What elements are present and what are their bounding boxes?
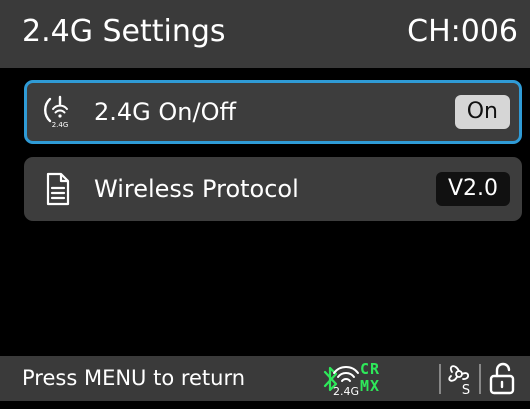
menu-item-wireless-protocol[interactable]: Wireless Protocol V2.0 (24, 157, 522, 221)
unlock-icon (487, 361, 517, 406)
fan-icon: S (444, 360, 474, 405)
status-divider (439, 364, 441, 394)
svg-text:2.4G: 2.4G (333, 385, 359, 398)
menu-item-label: 2.4G On/Off (94, 98, 237, 126)
crmx-icon: CR MX (360, 360, 381, 395)
channel-indicator: CH:006 (407, 14, 518, 49)
wireless-2.4g-icon: 2.4G (40, 94, 76, 130)
menu-item-2g4-on-off[interactable]: 2.4G 2.4G On/Off On (24, 80, 522, 144)
wireless-2.4g-icon: 2.4G (331, 359, 361, 404)
svg-text:S: S (462, 383, 470, 398)
document-icon (40, 171, 76, 207)
menu-item-label: Wireless Protocol (94, 175, 299, 203)
toggle-value[interactable]: On (454, 95, 510, 129)
title-bar: 2.4G Settings CH:006 (0, 0, 530, 68)
page-title: 2.4G Settings (22, 14, 226, 49)
protocol-version-value: V2.0 (435, 172, 510, 206)
svg-text:2.4G: 2.4G (52, 121, 69, 129)
status-divider (479, 364, 481, 394)
status-bar: Press MENU to return 2.4G CR MX S (0, 356, 530, 401)
return-hint: Press MENU to return (22, 366, 246, 390)
